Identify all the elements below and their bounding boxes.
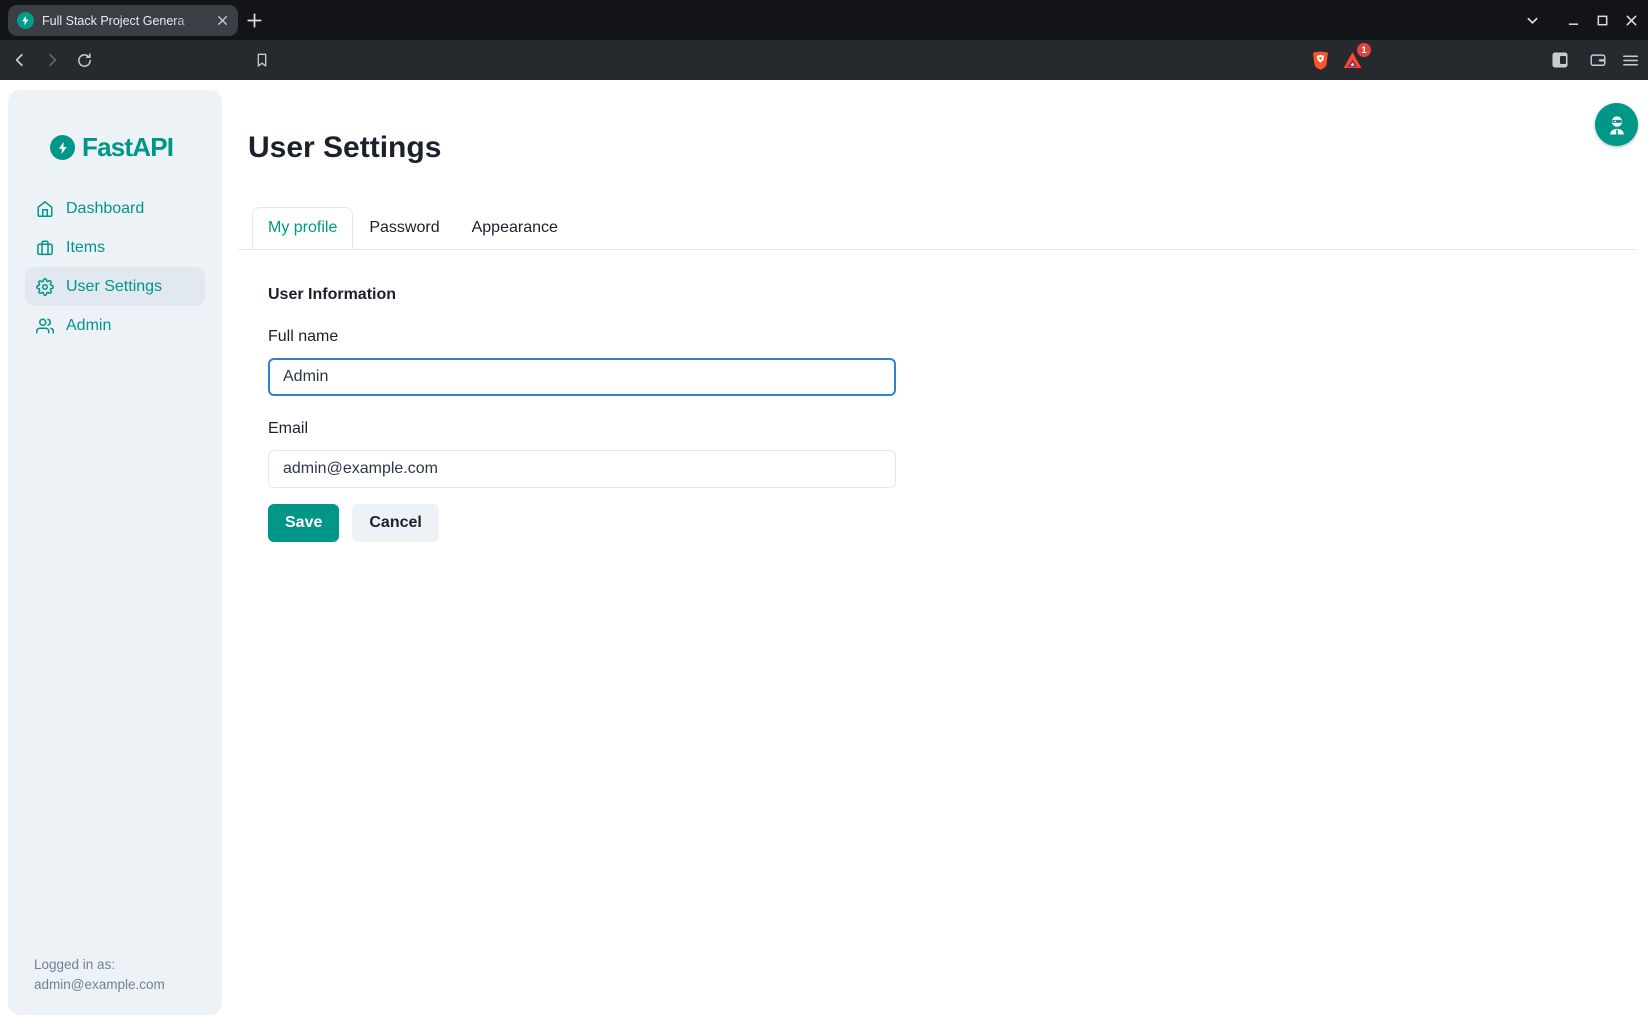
window-controls (1518, 0, 1646, 40)
logged-in-email: admin@example.com (34, 975, 210, 995)
sidebar-item-dashboard[interactable]: Dashboard (25, 189, 205, 228)
sidebar-item-label: Dashboard (66, 200, 144, 218)
sidebar-item-label: Items (66, 239, 105, 257)
fastapi-logo: FastAPI (50, 132, 222, 163)
main-content: User Settings My profile Password Appear… (238, 80, 1636, 542)
wallet-icon[interactable] (1586, 48, 1610, 72)
user-information-form: User Information Full name Email Save Ca… (268, 286, 896, 542)
full-name-input[interactable] (268, 358, 896, 396)
sidebar-item-label: Admin (66, 317, 111, 335)
sidebar-item-admin[interactable]: Admin (25, 306, 205, 345)
save-button[interactable]: Save (268, 504, 339, 542)
full-name-label: Full name (268, 328, 896, 346)
fastapi-logo-text: FastAPI (82, 132, 173, 163)
fastapi-favicon-icon (17, 12, 34, 29)
reload-button[interactable] (72, 48, 96, 72)
settings-tabs: My profile Password Appearance (238, 207, 1636, 250)
cancel-button[interactable]: Cancel (352, 504, 438, 542)
minimize-button[interactable] (1559, 6, 1588, 35)
close-window-button[interactable] (1617, 6, 1646, 35)
fastapi-bolt-icon (50, 135, 75, 160)
sidebar-panel-icon[interactable] (1548, 48, 1572, 72)
bookmark-icon[interactable] (250, 48, 274, 72)
new-tab-button[interactable] (243, 9, 266, 32)
page-title: User Settings (248, 130, 1636, 165)
browser-tab[interactable]: Full Stack Project Genera (8, 5, 238, 36)
tab-search-chevron-icon[interactable] (1518, 6, 1547, 35)
brave-shield-icon[interactable] (1308, 48, 1332, 72)
tab-my-profile[interactable]: My profile (252, 207, 353, 249)
sidebar-nav: Dashboard Items User Settings Admin (25, 189, 205, 345)
form-buttons: Save Cancel (268, 504, 896, 542)
sidebar-item-label: User Settings (66, 278, 162, 296)
email-input[interactable] (268, 450, 896, 488)
tab-title: Full Stack Project Genera (42, 14, 206, 28)
users-icon (36, 317, 54, 335)
section-title: User Information (268, 286, 896, 304)
browser-toolbar: localhost /settings 1 (0, 40, 1648, 80)
browser-titlebar: Full Stack Project Genera (0, 0, 1648, 40)
sidebar: FastAPI Dashboard Items User Settings Ad… (8, 90, 222, 1015)
back-button[interactable] (8, 48, 32, 72)
briefcase-icon (36, 239, 54, 257)
logged-in-label: Logged in as: (34, 955, 210, 975)
email-label: Email (268, 420, 896, 438)
tab-appearance[interactable]: Appearance (456, 207, 574, 249)
maximize-button[interactable] (1588, 6, 1617, 35)
brave-rewards-icon[interactable]: 1 (1340, 48, 1364, 72)
app-page: FastAPI Dashboard Items User Settings Ad… (0, 80, 1648, 1025)
gear-icon (36, 278, 54, 296)
hamburger-menu-icon[interactable] (1618, 48, 1642, 72)
rewards-badge: 1 (1357, 43, 1371, 57)
forward-button[interactable] (40, 48, 64, 72)
logged-in-info: Logged in as: admin@example.com (8, 955, 222, 1015)
home-icon (36, 200, 54, 218)
tab-close-icon[interactable] (214, 12, 231, 29)
tab-password[interactable]: Password (353, 207, 455, 249)
sidebar-item-items[interactable]: Items (25, 228, 205, 267)
sidebar-item-user-settings[interactable]: User Settings (25, 267, 205, 306)
